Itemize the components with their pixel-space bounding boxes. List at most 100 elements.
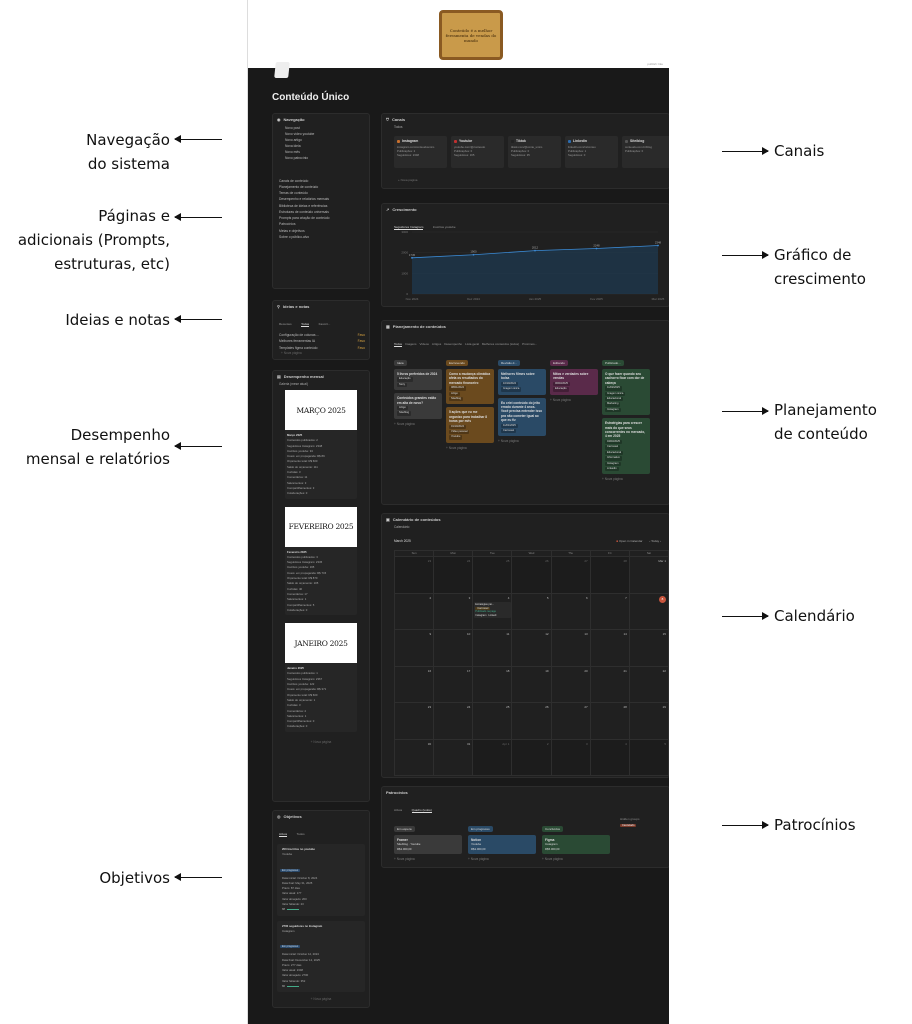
column-new-page[interactable]: + Nova página — [498, 439, 546, 443]
content-card[interactable]: 5 ações que eu me organizo para trabalha… — [446, 407, 494, 443]
calendar-day[interactable]: 26 — [512, 703, 552, 740]
sponsor-column-header[interactable]: Em espera — [394, 826, 415, 832]
data-point[interactable] — [595, 247, 598, 250]
planning-tab[interactable]: Todos — [394, 342, 403, 347]
sponsor-new-page[interactable]: + Nova página — [542, 857, 610, 861]
today-button[interactable]: Today — [651, 539, 659, 543]
channels-view[interactable]: Todos — [382, 125, 669, 129]
calendar-day[interactable]: 7 — [590, 593, 630, 630]
goals-new-page[interactable]: + Nova página — [273, 997, 369, 1001]
tab-favoritas[interactable]: Favorit... — [319, 322, 331, 326]
calendar-day[interactable]: 28 — [590, 703, 630, 740]
sponsor-column-header[interactable]: Em progresso — [468, 826, 493, 832]
column-new-page[interactable]: + Nova página — [394, 422, 442, 426]
performance-new-page[interactable]: + Nova página — [273, 740, 369, 744]
calendar-day[interactable]: 27 — [551, 557, 591, 594]
performance-view[interactable]: Galeria (mese atual) — [273, 382, 369, 390]
calendar-day[interactable]: 2 — [512, 739, 552, 776]
sponsor-card[interactable]: Figma Instagram R$5.000,00 — [542, 835, 610, 855]
tab-ativos[interactable]: Ativos — [279, 832, 288, 837]
content-card[interactable]: Melhores filmes sobre bolsa 10/10/2024 Ima… — [498, 369, 546, 395]
calendar-day[interactable]: 23 — [395, 557, 435, 594]
calendar-day[interactable]: 20 — [551, 666, 591, 703]
sponsor-new-page[interactable]: + Nova página — [468, 857, 536, 861]
next-month-icon[interactable]: › — [660, 539, 661, 543]
tab-recentes[interactable]: Recentes — [279, 322, 292, 326]
column-new-page[interactable]: + Nova página — [602, 477, 650, 481]
column-header[interactable]: Revisão d... — [498, 360, 520, 366]
content-card[interactable]: 5 livros preferidos de 2024 Educação Story — [394, 369, 442, 391]
calendar-day[interactable]: 22 — [629, 666, 669, 703]
calendar-day[interactable]: 3 — [551, 739, 591, 776]
content-card[interactable]: Como a mudança climática afeta os result… — [446, 369, 494, 405]
column-header[interactable]: Ideia — [394, 360, 407, 366]
planning-tab[interactable]: Lista geral — [465, 342, 479, 346]
planning-tab[interactable]: Próximos... — [522, 342, 537, 346]
nav-page-item[interactable]: Sobre o público-alvo — [273, 234, 369, 240]
calendar-event[interactable]: Estratégias par... Carrossel Publicado na … — [474, 601, 512, 619]
calendar-view[interactable]: Calendário — [382, 525, 669, 529]
idea-item[interactable]: Templates figma conteúdo Favo — [273, 345, 369, 351]
sponsor-card[interactable]: Notion Youtube R$1.000,00 — [468, 835, 536, 855]
channel-card[interactable]: Site/blog conteudo.com.br/blog Publicações… — [622, 136, 669, 168]
sponsor-new-page[interactable]: + Nova página — [394, 857, 462, 861]
goal-card[interactable]: 2700 seguidores no Instagram Instagram Em … — [277, 920, 365, 993]
calendar-day[interactable]: 4 Estratégias par... Carrossel Publicado na… — [473, 593, 513, 630]
calendar-day[interactable]: 26 — [512, 557, 552, 594]
calendar-day[interactable]: 11 — [473, 630, 513, 667]
content-card[interactable]: O que fazer quando seu cachorro ficar co… — [602, 369, 650, 416]
tab-todas[interactable]: Todas — [301, 322, 310, 327]
channel-card[interactable]: Youtube youtube.com/@conteudo Publicações:… — [451, 136, 504, 168]
calendar-day[interactable]: 5 — [512, 593, 552, 630]
calendar-day[interactable]: 24 — [434, 557, 474, 594]
calendar-day[interactable]: 30 — [395, 739, 435, 776]
calendar-day[interactable]: 24 — [434, 703, 474, 740]
calendar-day[interactable]: 3 — [434, 593, 474, 630]
calendar-day[interactable]: 2 — [395, 593, 435, 630]
calendar-day[interactable]: 12 — [512, 630, 552, 667]
planning-tab[interactable]: Artigos — [432, 342, 441, 346]
calendar-day[interactable]: 25 — [473, 703, 513, 740]
calendar-day[interactable]: 21 — [590, 666, 630, 703]
data-point[interactable] — [534, 249, 536, 252]
sponsor-column-header[interactable]: Concluídos — [542, 826, 564, 832]
calendar-day[interactable]: 31 — [434, 739, 474, 776]
month-card[interactable]: FEVEREIRO 2025 Fevereiro 2025 Conteúdos pu… — [285, 506, 357, 616]
content-card[interactable]: Estratégias para crescer mais do que seu… — [602, 418, 650, 475]
data-point[interactable] — [657, 244, 659, 247]
calendar-day[interactable]: 29 — [629, 703, 669, 740]
calendar-day[interactable]: 5 — [629, 739, 669, 776]
channel-card[interactable]: Linkedin linkedin.com/in/conteu Publicaçõe… — [565, 136, 618, 168]
tab-ativos-patrocinios[interactable]: Ativos — [394, 808, 402, 812]
calendar-day[interactable]: Mar 1 — [629, 557, 669, 594]
month-card[interactable]: JANEIRO 2025 Janeiro 2025 Conteúdos public… — [285, 623, 357, 732]
page-icon[interactable] — [274, 62, 290, 78]
column-header[interactable]: Editando — [550, 360, 568, 366]
channels-new-page[interactable]: + Nova página — [398, 178, 417, 182]
goal-card[interactable]: 200 Inscritos no youtube Youtube Em progre… — [277, 844, 365, 916]
planning-tab[interactable]: Desempenho — [444, 342, 462, 346]
planning-tab[interactable]: Melhores conteúdos (todos) — [482, 342, 519, 346]
calendar-day[interactable]: 8 — [629, 593, 669, 630]
column-new-page[interactable]: + Nova página — [550, 398, 598, 402]
calendar-day[interactable]: 6 — [551, 593, 591, 630]
content-card[interactable]: Eu criei conteúdo do jeito errado durant… — [498, 397, 546, 437]
channel-card[interactable]: Instagram instagram.com/conteudounico Publ… — [394, 136, 447, 168]
calendar-day[interactable]: 4 — [590, 739, 630, 776]
calendar-day[interactable]: 14 — [590, 630, 630, 667]
channel-card[interactable]: Tiktok tiktok.com/@conte_unico Publicações… — [508, 136, 561, 168]
ideas-new-page[interactable]: + Nova página — [273, 351, 369, 355]
planning-tab[interactable]: Vídeos — [420, 342, 429, 346]
hidden-tag-cancelado[interactable]: Cancelado — [620, 824, 637, 827]
calendar-day[interactable]: 25 — [473, 557, 513, 594]
calendar-day[interactable]: Apr 1 — [473, 739, 513, 776]
column-new-page[interactable]: + Nova página — [446, 446, 494, 450]
sponsor-card[interactable]: Framer Site/blog · Youtube R$1.000,00 — [394, 835, 462, 855]
calendar-day[interactable]: 15 — [629, 630, 669, 667]
calendar-day[interactable]: 19 — [512, 666, 552, 703]
month-card[interactable]: MARÇO 2025 Março 2025 Conteúdos publicados… — [285, 390, 357, 499]
planning-tab[interactable]: Imagens — [405, 342, 417, 346]
calendar-day[interactable]: 16 — [395, 666, 435, 703]
tab-todos[interactable]: Todos — [297, 832, 305, 836]
calendar-day[interactable]: 23 — [395, 703, 435, 740]
